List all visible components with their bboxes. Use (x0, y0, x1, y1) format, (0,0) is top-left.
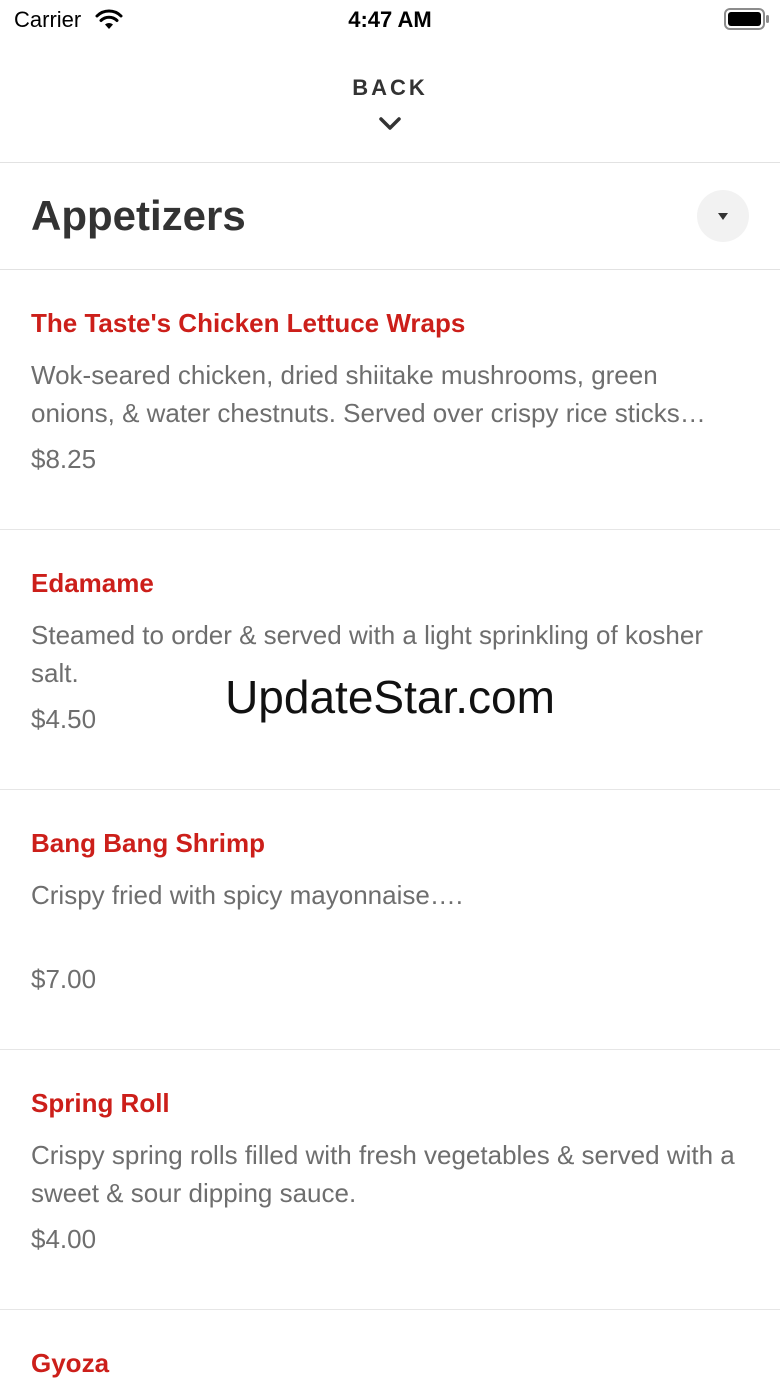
battery-icon (724, 8, 769, 30)
menu-item-name: Spring Roll (31, 1088, 170, 1118)
menu-item-price: $7.00 (31, 964, 97, 994)
caret-down-icon (718, 213, 728, 220)
status-time: 4:47 AM (348, 7, 432, 32)
chevron-down-icon (379, 117, 401, 130)
menu-item[interactable]: The Taste's Chicken Lettuce Wraps Wok-se… (0, 270, 780, 530)
menu-item-price: $8.25 (31, 444, 97, 474)
back-button[interactable]: BACK (0, 40, 780, 163)
menu-item-name: The Taste's Chicken Lettuce Wraps (31, 308, 466, 338)
section-header: Appetizers (0, 164, 780, 270)
menu-item-name: Edamame (31, 568, 154, 598)
menu-item[interactable]: Edamame Steamed to order & served with a… (0, 530, 780, 790)
menu-item-price: $4.00 (31, 1224, 97, 1254)
menu-item[interactable]: Gyoza (0, 1310, 780, 1387)
menu-item-name: Gyoza (31, 1348, 110, 1378)
menu-item[interactable]: Bang Bang Shrimp Crispy fried with spicy… (0, 790, 780, 1050)
menu-item-description: Crispy spring rolls filled with fresh ve… (31, 1140, 735, 1208)
back-label: BACK (352, 75, 428, 100)
menu-item-price: $4.50 (31, 704, 97, 734)
section-title: Appetizers (31, 192, 246, 239)
menu-item-description: Steamed to order & served with a light s… (31, 620, 704, 688)
menu-item-description: Crispy fried with spicy mayonnaise…. (31, 880, 464, 910)
menu-item-description: Wok-seared chicken, dried shiitake mushr… (31, 360, 706, 428)
status-bar: Carrier 4:47 AM (0, 0, 780, 40)
menu-item[interactable]: Spring Roll Crispy spring rolls filled w… (0, 1050, 780, 1310)
menu-item-name: Bang Bang Shrimp (31, 828, 266, 858)
section-collapse-button[interactable] (697, 190, 749, 242)
menu-screen: Carrier 4:47 AM BACK Appetizers The Tast… (0, 0, 780, 1387)
